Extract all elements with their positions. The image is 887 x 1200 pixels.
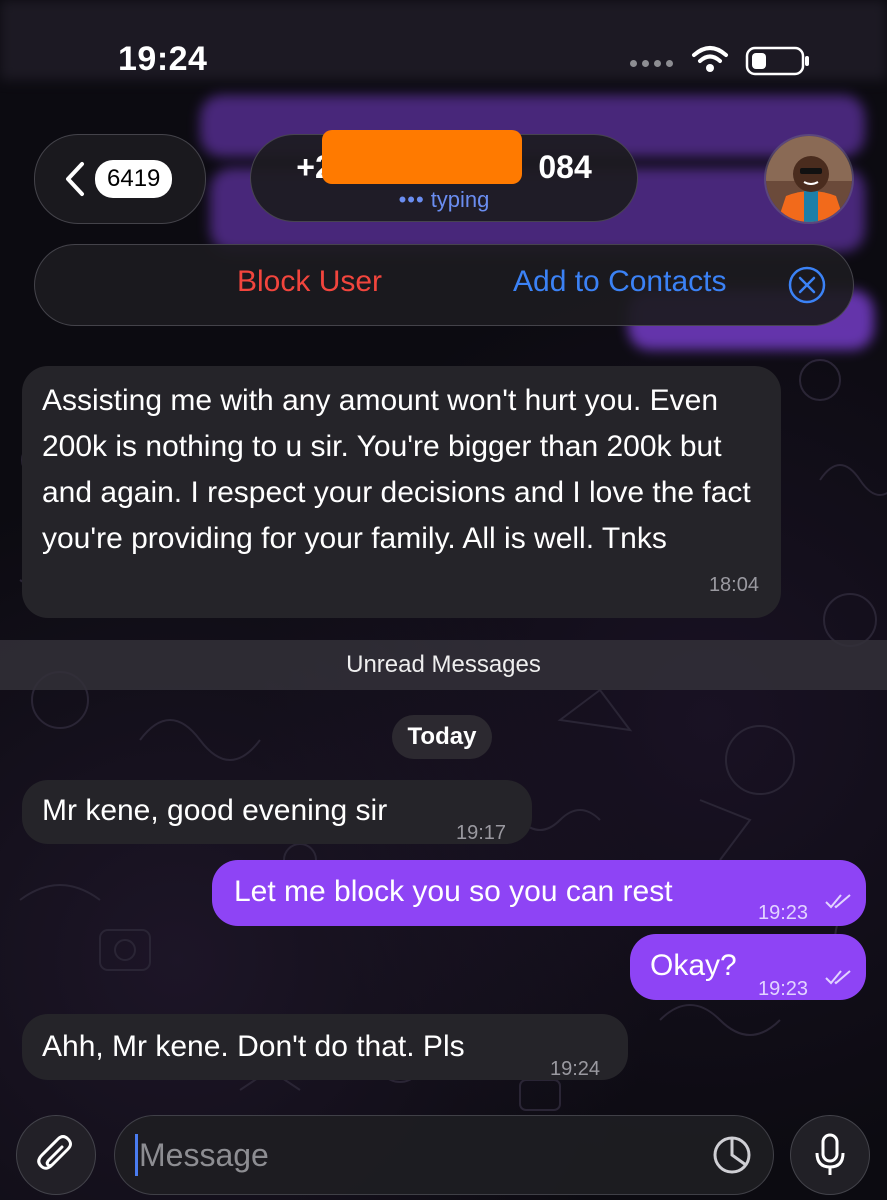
unread-messages-divider: Unread Messages (0, 640, 887, 690)
action-bar: Block User Add to Contacts (34, 244, 854, 326)
text-cursor (135, 1134, 138, 1176)
back-button[interactable]: 6419 (34, 134, 206, 224)
message-text: Ahh, Mr kene. Don't do that. Pls (42, 1030, 465, 1063)
block-user-button[interactable]: Block User (237, 265, 382, 299)
message-bubble-outgoing[interactable]: Okay? 19:23 (630, 934, 866, 1000)
add-to-contacts-button[interactable]: Add to Contacts (513, 265, 726, 299)
message-text: Mr kene, good evening sir (42, 794, 388, 827)
signal-dots (630, 60, 673, 67)
wifi-icon (692, 46, 728, 72)
message-time: 19:24 (550, 1058, 601, 1080)
avatar[interactable] (764, 134, 854, 224)
message-time: 19:17 (456, 822, 507, 844)
read-ticks-icon (825, 970, 851, 985)
redaction-mark (322, 130, 522, 184)
status-time: 19:24 (118, 40, 208, 78)
avatar-image (766, 136, 852, 222)
battery-icon (745, 46, 809, 76)
message-time: 18:04 (708, 574, 759, 596)
date-chip: Today (392, 715, 492, 759)
close-circle-icon[interactable] (787, 265, 827, 305)
message-text: Assisting me with any amount won't hurt … (42, 384, 751, 555)
typing-indicator: ••• typing (251, 187, 637, 213)
attach-button[interactable] (16, 1115, 96, 1195)
message-bubble-incoming[interactable]: Mr kene, good evening sir 19:17 (22, 780, 532, 844)
sticker-icon[interactable] (710, 1133, 754, 1177)
message-bubble-incoming[interactable]: Assisting me with any amount won't hurt … (22, 366, 781, 618)
contact-phone-suffix: 084 (538, 149, 592, 185)
typing-dots-icon: ••• (398, 187, 425, 212)
message-time: 19:23 (758, 978, 809, 1000)
message-text: Let me block you so you can rest (234, 875, 673, 908)
typing-label: typing (430, 187, 490, 212)
microphone-button[interactable] (790, 1115, 870, 1195)
message-bubble-outgoing[interactable]: Let me block you so you can rest 19:23 (212, 860, 866, 926)
message-text: Okay? (650, 949, 737, 982)
attach-icon (37, 1135, 72, 1170)
unread-count-badge: 6419 (95, 160, 173, 198)
read-ticks-icon (825, 894, 851, 909)
message-time: 19:23 (758, 902, 809, 924)
microphone-icon (815, 1133, 845, 1175)
back-chevron-icon (66, 162, 84, 196)
message-input[interactable] (114, 1115, 774, 1195)
message-bubble-incoming[interactable]: Ahh, Mr kene. Don't do that. Pls 19:24 (22, 1014, 628, 1080)
